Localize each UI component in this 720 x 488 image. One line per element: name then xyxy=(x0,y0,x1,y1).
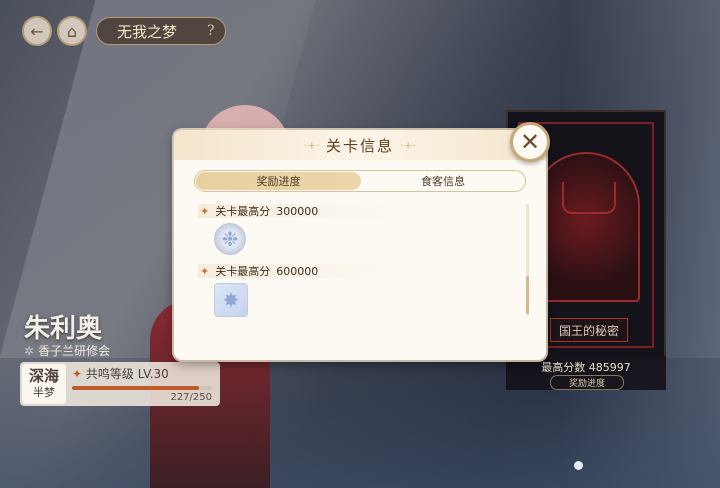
back-arrow-icon: ← xyxy=(30,21,44,41)
reward-label: 关卡最高分 xyxy=(215,205,271,218)
help-button[interactable]: ? xyxy=(207,23,215,39)
card-info-panel: 最高分数 485997 奖励进度 xyxy=(506,356,666,390)
home-button[interactable]: ⌂ xyxy=(57,16,87,46)
star-bullet-icon: ✦ xyxy=(200,204,210,218)
modal-title: 关卡信息 xyxy=(325,136,394,155)
resonance-icon: ✦ xyxy=(72,367,83,381)
star-crystal-icon[interactable]: ✸ xyxy=(214,283,248,317)
reward-row-1: ✦ 关卡最高分 300000 xyxy=(198,204,400,218)
back-button[interactable]: ← xyxy=(22,16,52,46)
scrollbar-thumb[interactable] xyxy=(526,276,529,314)
reward-label: 关卡最高分 xyxy=(215,265,271,278)
stage-info-modal: ·+· 关卡信息 ·+· 奖励进度 食客信息 ✦ 关卡最高分 300000 ❉ … xyxy=(174,130,546,360)
tab-diner-info[interactable]: 食客信息 xyxy=(362,172,524,190)
character-level-panel: 深海 半梦 ✦ 共鸣等级 LV.30 227/250 xyxy=(20,362,220,406)
xp-bar xyxy=(72,386,212,390)
reward-score: 300000 xyxy=(276,204,319,218)
character-name: 朱利奥 xyxy=(24,314,103,344)
close-button[interactable]: ✕ xyxy=(510,122,550,162)
star-bullet-icon: ✦ xyxy=(200,264,210,278)
crystal-flower-icon[interactable]: ❉ xyxy=(214,223,246,255)
character-org: ✲ 香子兰研修会 xyxy=(24,342,110,359)
reward-list-scrollbar[interactable] xyxy=(526,204,529,316)
card-arch-art xyxy=(532,152,640,302)
title-deco-right-icon: ·+· xyxy=(400,138,417,152)
xp-bar-fill xyxy=(72,386,200,390)
stage-title: 无我之梦 xyxy=(117,22,178,41)
badge-line1: 深海 xyxy=(28,367,59,385)
modal-header: ·+· 关卡信息 ·+· xyxy=(174,130,546,160)
reward-row-2: ✦ 关卡最高分 600000 xyxy=(198,264,400,278)
card-rewards-button[interactable]: 奖励进度 xyxy=(550,375,624,390)
resonance-level: ✦ 共鸣等级 LV.30 xyxy=(72,365,169,382)
page-indicator-dot xyxy=(574,461,583,470)
crown-icon xyxy=(562,182,616,214)
home-icon: ⌂ xyxy=(66,21,78,41)
org-emblem-icon: ✲ xyxy=(24,343,35,358)
character-org-text: 香子兰研修会 xyxy=(38,344,111,358)
resonance-level-text: 共鸣等级 LV.30 xyxy=(85,367,169,381)
card-high-score: 最高分数 485997 xyxy=(541,361,631,374)
tab-reward-progress[interactable]: 奖励进度 xyxy=(196,172,361,190)
modal-tabs: 奖励进度 食客信息 xyxy=(194,170,526,192)
stage-title-pill: 无我之梦 ? xyxy=(96,17,226,45)
reward-score: 600000 xyxy=(276,264,319,278)
title-deco-left-icon: ·+· xyxy=(303,138,320,152)
badge-line2: 半梦 xyxy=(33,386,55,399)
card-name: 国王的秘密 xyxy=(550,318,628,342)
close-icon: ✕ xyxy=(519,128,541,156)
xp-text: 227/250 xyxy=(170,392,212,403)
dream-badge: 深海 半梦 xyxy=(22,364,66,404)
